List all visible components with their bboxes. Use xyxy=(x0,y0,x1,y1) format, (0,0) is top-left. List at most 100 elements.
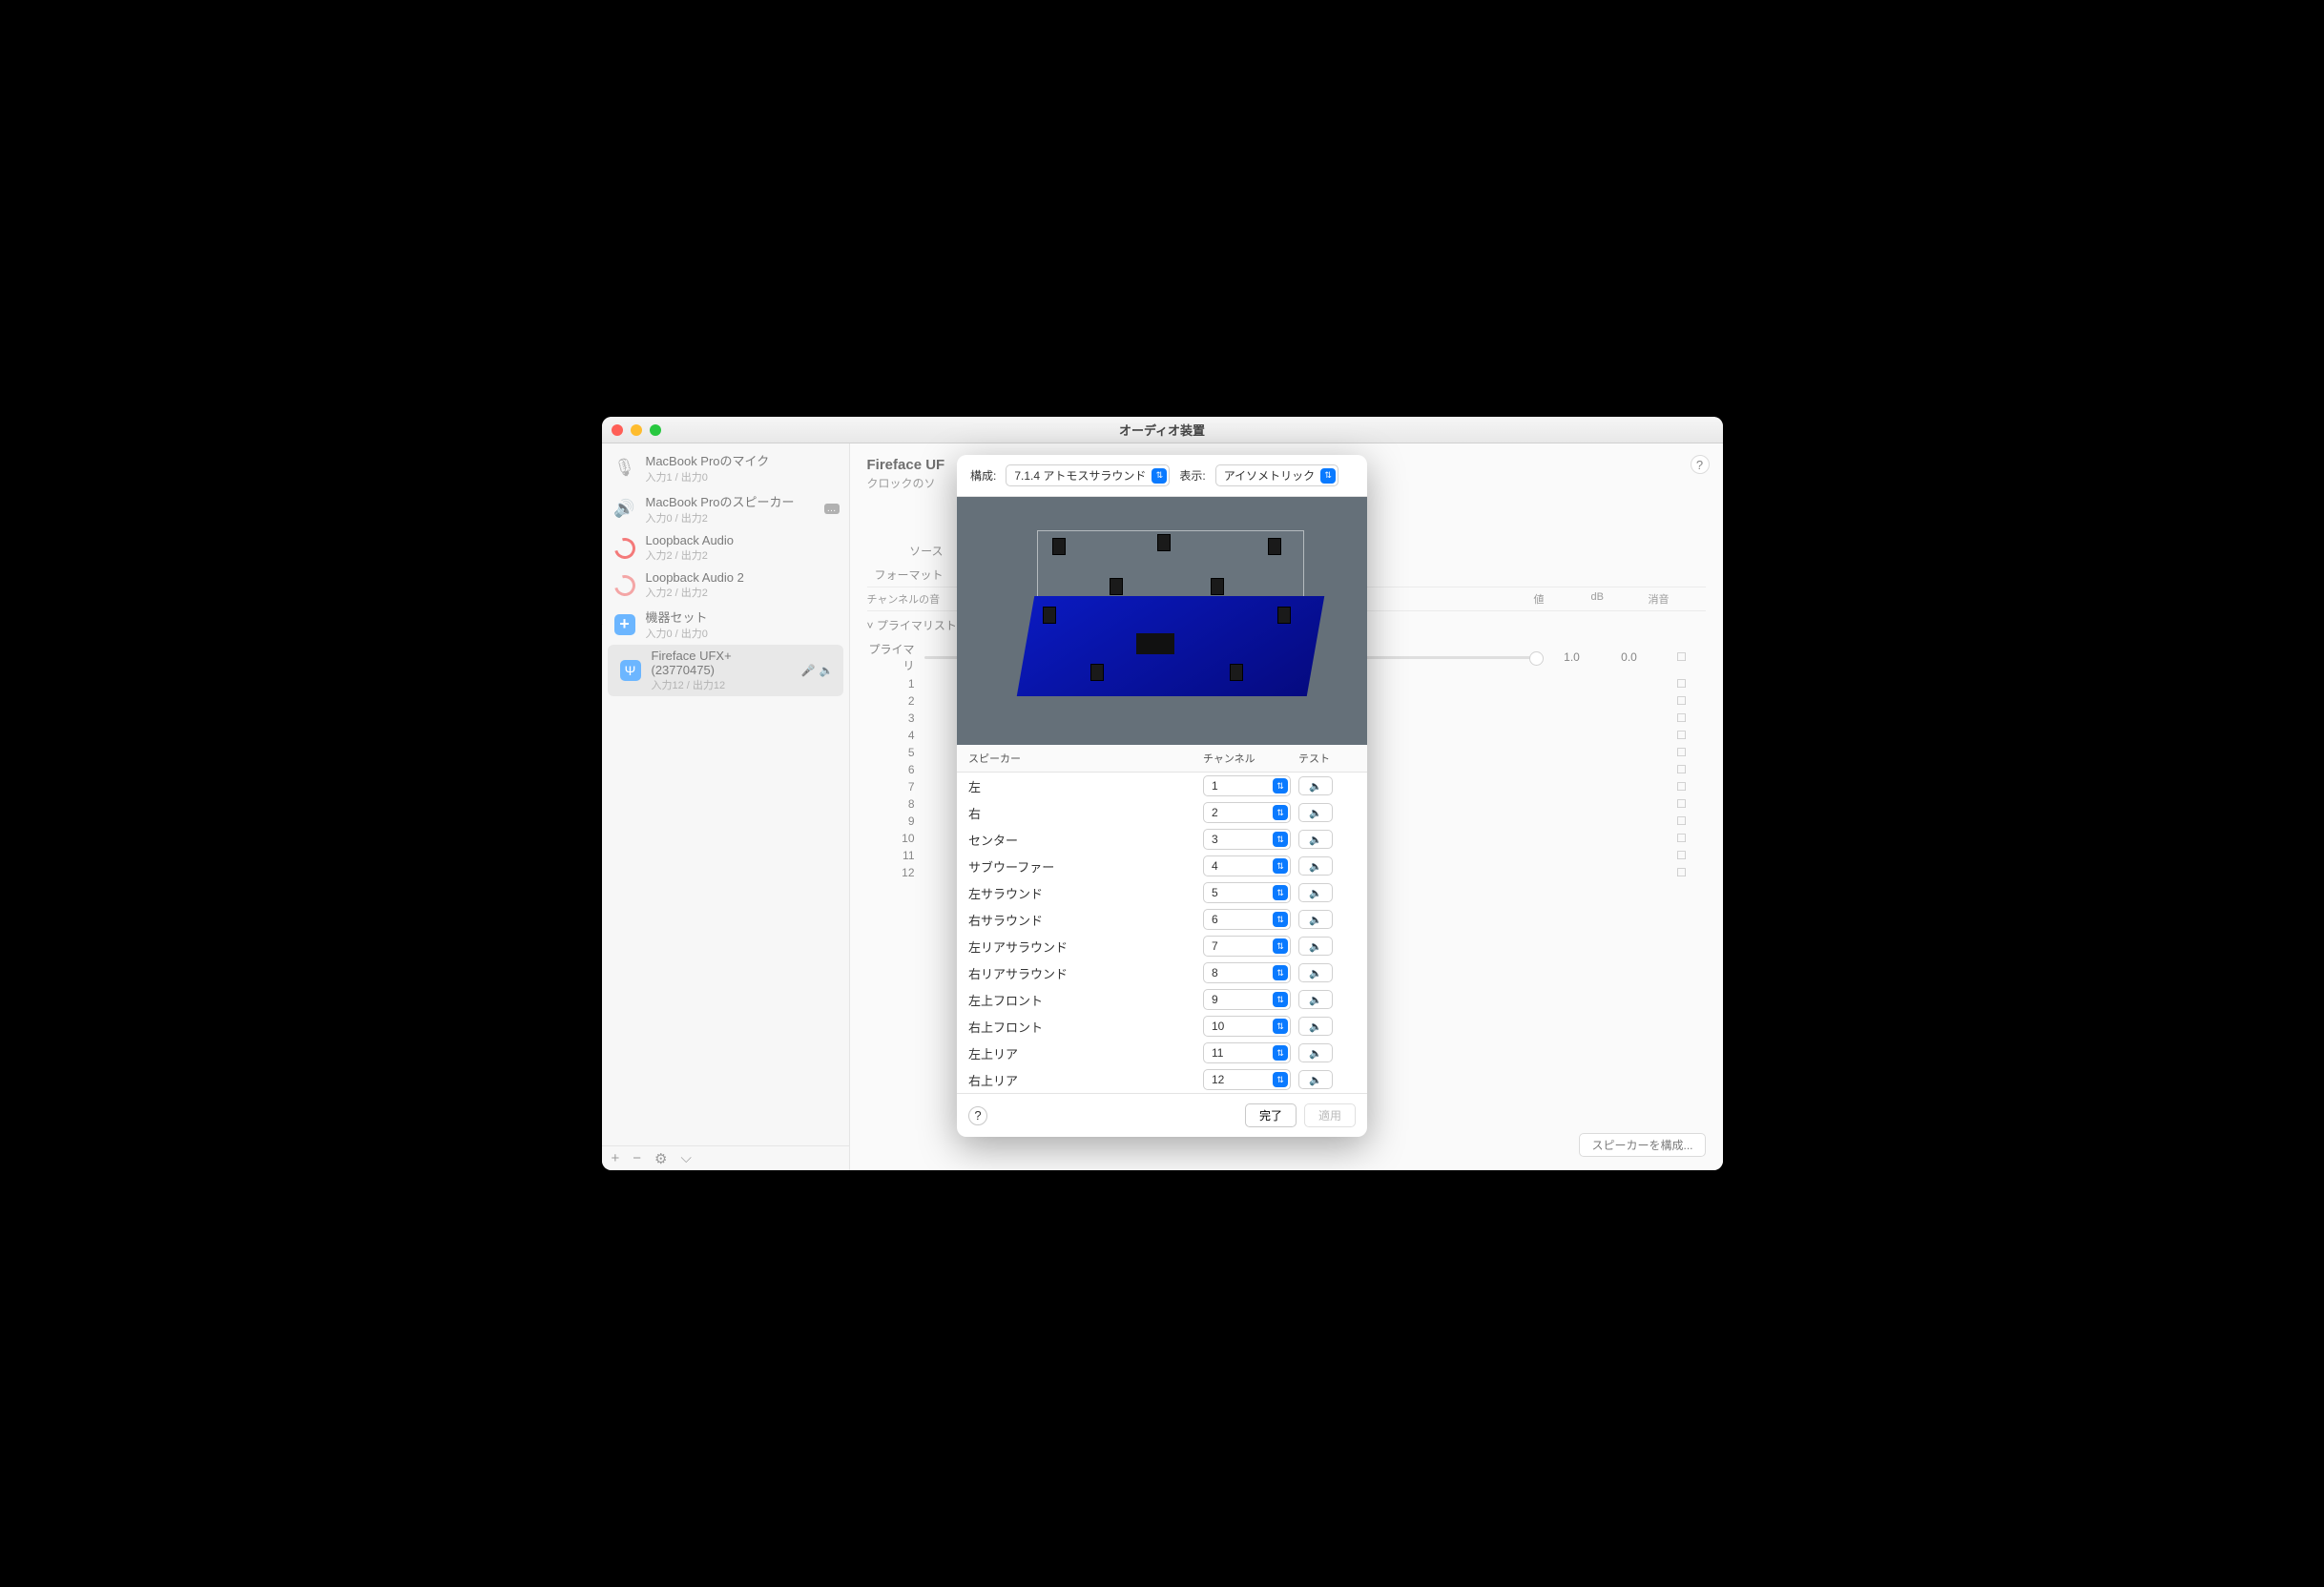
updown-icon: ⇅ xyxy=(1273,1019,1288,1034)
channel-value: 10 xyxy=(1212,1020,1224,1033)
test-speaker-button[interactable]: 🔈 xyxy=(1298,910,1333,929)
channel-value: 9 xyxy=(1212,993,1218,1006)
updown-icon: ⇅ xyxy=(1273,938,1288,954)
channel-value: 3 xyxy=(1212,833,1218,846)
test-speaker-button[interactable]: 🔈 xyxy=(1298,803,1333,822)
updown-icon: ⇅ xyxy=(1273,858,1288,874)
test-speaker-button[interactable]: 🔈 xyxy=(1298,1017,1333,1036)
channel-popup[interactable]: 9⇅ xyxy=(1203,989,1291,1010)
channel-popup[interactable]: 12 ⇅ xyxy=(1203,1069,1291,1090)
titlebar: オーディオ装置 xyxy=(602,417,1723,443)
speaker-icon xyxy=(1157,534,1171,551)
updown-icon: ⇅ xyxy=(1273,885,1288,900)
view-value: アイソメトリック xyxy=(1224,467,1315,484)
config-label: 構成: xyxy=(970,467,996,484)
view-label: 表示: xyxy=(1179,467,1205,484)
channel-popup[interactable]: 3⇅ xyxy=(1203,829,1291,850)
speaker-row: センター3⇅🔈 xyxy=(957,826,1367,853)
speaker-row: 右サラウンド6⇅🔈 xyxy=(957,906,1367,933)
updown-icon: ⇅ xyxy=(1320,468,1336,484)
channel-value: 12 xyxy=(1212,1073,1224,1086)
speaker-name: サブウーファー xyxy=(968,857,1203,876)
speaker-row: 左上リア 11 ⇅ 🔈 xyxy=(957,1040,1367,1066)
updown-icon: ⇅ xyxy=(1273,965,1288,980)
channel-popup[interactable]: 8⇅ xyxy=(1203,962,1291,983)
channel-value: 8 xyxy=(1212,966,1218,979)
done-button[interactable]: 完了 xyxy=(1245,1103,1297,1127)
view-popup[interactable]: アイソメトリック ⇅ xyxy=(1215,464,1338,486)
speaker-icon xyxy=(1268,538,1281,555)
speaker-row: 右2⇅🔈 xyxy=(957,799,1367,826)
channel-value: 2 xyxy=(1212,806,1218,819)
channel-value: 5 xyxy=(1212,886,1218,899)
channel-popup[interactable]: 2⇅ xyxy=(1203,802,1291,823)
speaker-row: 右リアサラウンド8⇅🔈 xyxy=(957,959,1367,986)
speaker-row: サブウーファー4⇅ 🔈 xyxy=(957,853,1367,879)
speaker-name: 左リアサラウンド xyxy=(968,938,1203,956)
test-speaker-button[interactable]: 🔈 xyxy=(1298,990,1333,1009)
updown-icon: ⇅ xyxy=(1273,1072,1288,1087)
test-speaker-button[interactable]: 🔈 xyxy=(1298,830,1333,849)
channel-value: 7 xyxy=(1212,939,1218,953)
audio-midi-window: オーディオ装置 🎙MacBook Proのマイク入力1 / 出力0🔊MacBoo… xyxy=(602,417,1723,1170)
channel-popup[interactable]: 7⇅ xyxy=(1203,936,1291,957)
speaker-name: 左サラウンド xyxy=(968,884,1203,902)
test-speaker-button[interactable]: 🔈 xyxy=(1298,963,1333,982)
apply-button[interactable]: 適用 xyxy=(1304,1103,1356,1127)
col-speaker: スピーカー xyxy=(968,751,1203,766)
updown-icon: ⇅ xyxy=(1273,1045,1288,1061)
channel-value: 6 xyxy=(1212,913,1218,926)
speaker-icon xyxy=(1052,538,1066,555)
dialog-toolbar: 構成: 7.1.4 アトモスサラウンド ⇅ 表示: アイソメトリック ⇅ xyxy=(957,455,1367,497)
speaker-name: 右上リア xyxy=(968,1071,1203,1089)
window-title: オーディオ装置 xyxy=(602,421,1723,439)
channel-popup[interactable]: 4⇅ xyxy=(1203,855,1291,876)
config-value: 7.1.4 アトモスサラウンド xyxy=(1014,467,1146,484)
help-button[interactable]: ? xyxy=(968,1106,987,1125)
speaker-name: センター xyxy=(968,831,1203,849)
test-speaker-button[interactable]: 🔈 xyxy=(1298,776,1333,795)
channel-popup[interactable]: 11 ⇅ xyxy=(1203,1042,1291,1063)
speaker-row: 右上フロント 10 ⇅ 🔈 xyxy=(957,1013,1367,1040)
test-speaker-button[interactable]: 🔈 xyxy=(1298,937,1333,956)
updown-icon: ⇅ xyxy=(1273,778,1288,794)
speaker-table-header: スピーカー チャンネル テスト xyxy=(957,745,1367,773)
updown-icon: ⇅ xyxy=(1273,912,1288,927)
channel-popup[interactable]: 1⇅ xyxy=(1203,775,1291,796)
speaker-row: 左1⇅🔈 xyxy=(957,773,1367,799)
speaker-name: 左上リア xyxy=(968,1044,1203,1062)
speaker-icon xyxy=(1043,607,1056,624)
speaker-row: 左リアサラウンド7⇅🔈 xyxy=(957,933,1367,959)
config-popup[interactable]: 7.1.4 アトモスサラウンド ⇅ xyxy=(1006,464,1170,486)
test-speaker-button[interactable]: 🔈 xyxy=(1298,883,1333,902)
channel-popup[interactable]: 5⇅ xyxy=(1203,882,1291,903)
updown-icon: ⇅ xyxy=(1273,832,1288,847)
speaker-row: 右上リア 12 ⇅ 🔈 xyxy=(957,1066,1367,1093)
speaker-icon xyxy=(1230,664,1243,681)
updown-icon: ⇅ xyxy=(1273,805,1288,820)
updown-icon: ⇅ xyxy=(1273,992,1288,1007)
col-channel: チャンネル xyxy=(1203,751,1298,766)
listener-icon xyxy=(1136,633,1174,654)
speaker-icon xyxy=(1277,607,1291,624)
speaker-row: 左サラウンド5⇅🔈 xyxy=(957,879,1367,906)
channel-popup[interactable]: 10 ⇅ xyxy=(1203,1016,1291,1037)
test-speaker-button[interactable]: 🔈 xyxy=(1298,1070,1333,1089)
test-speaker-button[interactable]: 🔈 xyxy=(1298,1043,1333,1062)
room-3d-view[interactable] xyxy=(957,497,1367,745)
channel-value: 1 xyxy=(1212,779,1218,793)
speaker-row: 左上フロント9⇅🔈 xyxy=(957,986,1367,1013)
channel-value: 11 xyxy=(1212,1046,1223,1060)
speaker-name: 右サラウンド xyxy=(968,911,1203,929)
speaker-config-dialog: 構成: 7.1.4 アトモスサラウンド ⇅ 表示: アイソメトリック ⇅ xyxy=(957,455,1367,1137)
speaker-icon xyxy=(1211,578,1224,595)
channel-popup[interactable]: 6⇅ xyxy=(1203,909,1291,930)
speaker-table-body: 左1⇅🔈右2⇅🔈センター3⇅🔈サブウーファー4⇅🔈左サラウンド5⇅🔈右サラウンド… xyxy=(957,773,1367,1093)
speaker-name: 右上フロント xyxy=(968,1018,1203,1036)
speaker-name: 右リアサラウンド xyxy=(968,964,1203,982)
dialog-footer: ? 完了 適用 xyxy=(957,1093,1367,1137)
updown-icon: ⇅ xyxy=(1152,468,1167,484)
speaker-icon xyxy=(1110,578,1123,595)
speaker-name: 左 xyxy=(968,777,1203,795)
test-speaker-button[interactable]: 🔈 xyxy=(1298,856,1333,876)
